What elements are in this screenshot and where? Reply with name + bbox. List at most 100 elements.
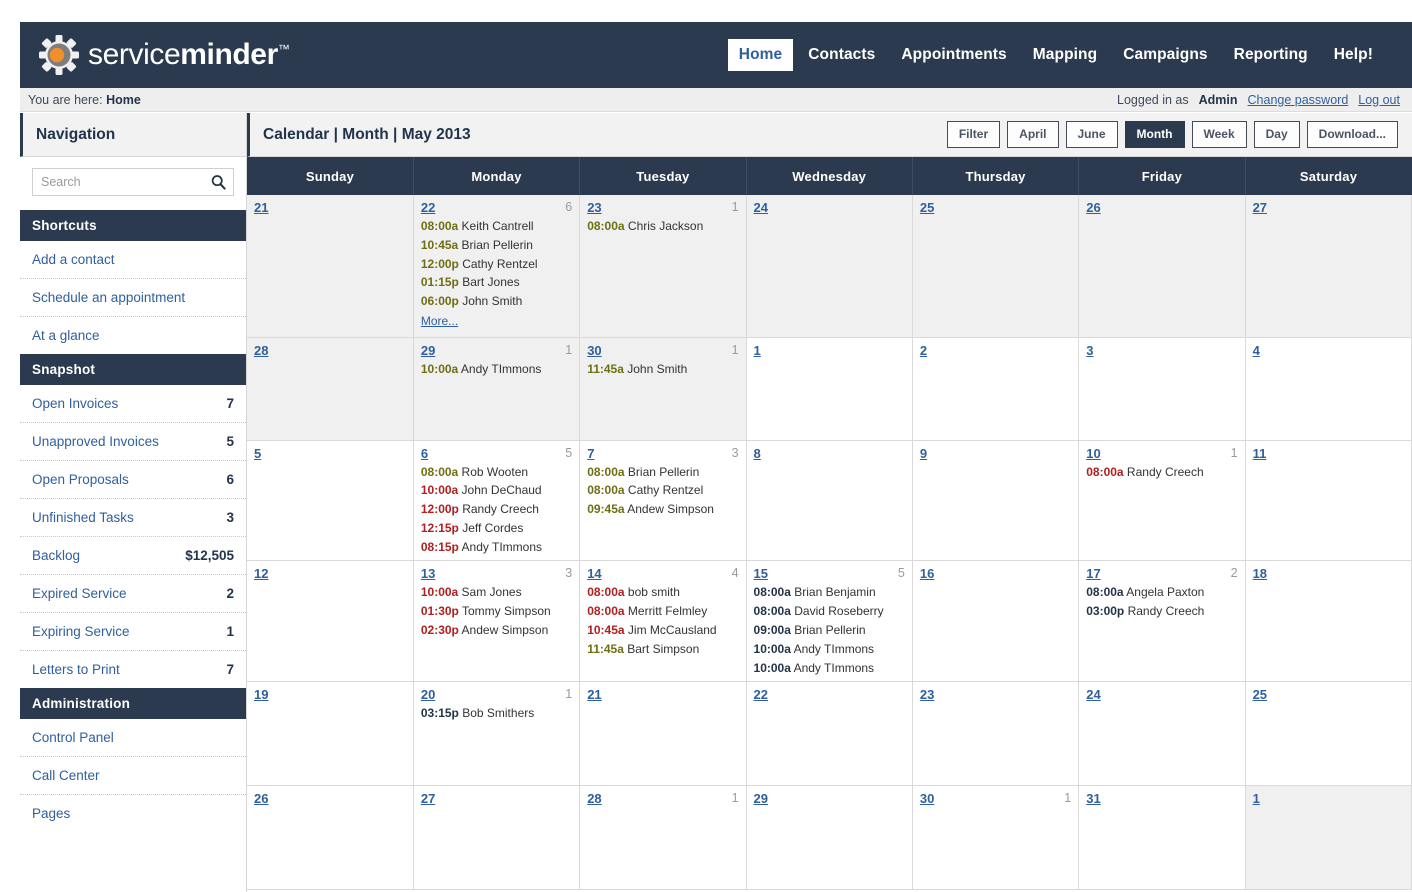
day-number-link[interactable]: 15 bbox=[754, 566, 768, 581]
sidebar-item-backlog[interactable]: Backlog $12,505 bbox=[20, 537, 246, 575]
appointment-entry[interactable]: 11:45a Bart Simpson bbox=[587, 642, 738, 657]
nav-item-help[interactable]: Help! bbox=[1323, 39, 1384, 71]
sidebar-item-at-a-glance[interactable]: At a glance bbox=[20, 317, 246, 354]
sidebar-item-control-panel[interactable]: Control Panel bbox=[20, 719, 246, 757]
day-number-link[interactable]: 25 bbox=[1253, 687, 1267, 702]
search-icon[interactable] bbox=[211, 174, 226, 196]
calendar-day-cell[interactable]: 23 bbox=[912, 681, 1080, 787]
appointment-entry[interactable]: 10:00a Andy TImmons bbox=[754, 661, 905, 676]
nav-item-reporting[interactable]: Reporting bbox=[1223, 39, 1319, 71]
calendar-day-cell[interactable]: 13 3 10:00a Sam Jones 01:30p Tommy Simpson 0… bbox=[413, 560, 581, 683]
calendar-day-cell[interactable]: 14 4 08:00a bob smith 08:00a Merritt Felmle… bbox=[579, 560, 747, 683]
day-number-link[interactable]: 23 bbox=[920, 687, 934, 702]
sidebar-link-expiring-service[interactable]: Expiring Service bbox=[32, 624, 130, 639]
day-number-link[interactable]: 13 bbox=[421, 566, 435, 581]
day-number-link[interactable]: 22 bbox=[421, 200, 435, 215]
appointment-entry[interactable]: 08:00a Rob Wooten bbox=[421, 465, 572, 480]
day-number-link[interactable]: 1 bbox=[754, 343, 761, 358]
day-number-link[interactable]: 3 bbox=[1086, 343, 1093, 358]
view-day-button[interactable]: Day bbox=[1253, 121, 1300, 148]
calendar-day-cell[interactable]: 29 bbox=[746, 785, 913, 891]
calendar-day-cell[interactable]: 6 5 08:00a Rob Wooten 10:00a John DeChaud 12… bbox=[413, 440, 581, 562]
change-password-link[interactable]: Change password bbox=[1248, 93, 1349, 107]
sidebar-link-schedule-an-appointment[interactable]: Schedule an appointment bbox=[32, 290, 185, 305]
calendar-day-cell[interactable]: 25 bbox=[1245, 681, 1412, 787]
sidebar-link-pages[interactable]: Pages bbox=[32, 806, 70, 821]
day-number-link[interactable]: 31 bbox=[1086, 791, 1100, 806]
day-number-link[interactable]: 22 bbox=[754, 687, 768, 702]
sidebar-link-call-center[interactable]: Call Center bbox=[32, 768, 100, 783]
appointment-entry[interactable]: 08:00a Angela Paxton bbox=[1086, 586, 1237, 600]
calendar-day-cell[interactable]: 4 bbox=[1245, 337, 1412, 441]
calendar-day-cell[interactable]: 11 bbox=[1245, 440, 1412, 562]
appointment-entry[interactable]: 10:45a Brian Pellerin bbox=[421, 238, 572, 253]
day-number-link[interactable]: 9 bbox=[920, 446, 927, 461]
appointment-entry[interactable]: 01:15p Bart Jones bbox=[421, 275, 572, 290]
day-number-link[interactable]: 8 bbox=[754, 446, 761, 461]
calendar-day-cell[interactable]: 27 bbox=[1245, 195, 1412, 338]
calendar-day-cell[interactable]: 8 bbox=[746, 440, 913, 562]
day-number-link[interactable]: 1 bbox=[1253, 791, 1260, 806]
day-number-link[interactable]: 16 bbox=[920, 566, 934, 581]
appointment-entry[interactable]: 09:45a Andew Simpson bbox=[587, 502, 738, 517]
sidebar-item-open-proposals[interactable]: Open Proposals 6 bbox=[20, 461, 246, 499]
appointment-entry[interactable]: 08:00a Brian Benjamin bbox=[754, 586, 905, 600]
calendar-day-cell[interactable]: 18 bbox=[1245, 560, 1412, 683]
appointment-entry[interactable]: 08:00a Merritt Felmley bbox=[587, 604, 738, 619]
appointment-entry[interactable]: 08:00a David Roseberry bbox=[754, 604, 905, 619]
appointment-entry[interactable]: 12:00p Randy Creech bbox=[421, 502, 572, 517]
sidebar-link-letters-to-print[interactable]: Letters to Print bbox=[32, 662, 120, 677]
calendar-day-cell[interactable]: 28 bbox=[247, 337, 414, 441]
log-out-link[interactable]: Log out bbox=[1358, 93, 1400, 107]
search-box[interactable] bbox=[32, 168, 234, 196]
brand-logo-area[interactable]: serviceminder™ bbox=[20, 34, 290, 76]
sidebar-item-call-center[interactable]: Call Center bbox=[20, 757, 246, 795]
calendar-day-cell[interactable]: 3 bbox=[1078, 337, 1246, 441]
download-button[interactable]: Download... bbox=[1306, 121, 1398, 148]
filter-button[interactable]: Filter bbox=[946, 121, 1001, 148]
day-number-link[interactable]: 21 bbox=[254, 200, 268, 215]
calendar-day-cell[interactable]: 1 bbox=[1245, 785, 1412, 891]
appointment-entry[interactable]: 08:00a Brian Pellerin bbox=[587, 465, 738, 480]
appointment-entry[interactable]: 10:45a Jim McCausland bbox=[587, 623, 738, 638]
day-number-link[interactable]: 25 bbox=[920, 200, 934, 215]
day-number-link[interactable]: 5 bbox=[254, 446, 261, 461]
appointment-entry[interactable]: 03:15p Bob Smithers bbox=[421, 707, 572, 721]
view-week-button[interactable]: Week bbox=[1191, 121, 1247, 148]
view-month-button[interactable]: Month bbox=[1124, 121, 1185, 148]
sidebar-item-expiring-service[interactable]: Expiring Service 1 bbox=[20, 613, 246, 651]
calendar-day-cell[interactable]: 27 bbox=[413, 785, 581, 891]
appointment-entry[interactable]: 10:00a Andy TImmons bbox=[421, 362, 572, 377]
appointment-entry[interactable]: 10:00a Sam Jones bbox=[421, 586, 572, 600]
calendar-day-cell[interactable]: 21 bbox=[247, 195, 414, 338]
nav-item-contacts[interactable]: Contacts bbox=[797, 39, 886, 71]
sidebar-link-unapproved-invoices[interactable]: Unapproved Invoices bbox=[32, 434, 159, 449]
sidebar-link-control-panel[interactable]: Control Panel bbox=[32, 730, 114, 745]
calendar-day-cell[interactable]: 5 bbox=[247, 440, 414, 562]
sidebar-link-add-a-contact[interactable]: Add a contact bbox=[32, 252, 115, 267]
day-number-link[interactable]: 26 bbox=[254, 791, 268, 806]
appointment-entry[interactable]: 08:00a Cathy Rentzel bbox=[587, 483, 738, 498]
sidebar-item-unapproved-invoices[interactable]: Unapproved Invoices 5 bbox=[20, 423, 246, 461]
sidebar-item-open-invoices[interactable]: Open Invoices 7 bbox=[20, 385, 246, 423]
calendar-day-cell[interactable]: 21 bbox=[579, 681, 747, 787]
calendar-day-cell[interactable]: 20 1 03:15p Bob Smithers bbox=[413, 681, 581, 787]
sidebar-item-letters-to-print[interactable]: Letters to Print 7 bbox=[20, 651, 246, 688]
day-number-link[interactable]: 20 bbox=[421, 687, 435, 702]
calendar-day-cell[interactable]: 26 bbox=[247, 785, 414, 891]
day-number-link[interactable]: 12 bbox=[254, 566, 268, 581]
calendar-day-cell[interactable]: 12 bbox=[247, 560, 414, 683]
day-number-link[interactable]: 18 bbox=[1253, 566, 1267, 581]
appointment-entry[interactable]: 11:45a John Smith bbox=[587, 362, 738, 377]
day-number-link[interactable]: 17 bbox=[1086, 566, 1100, 581]
day-number-link[interactable]: 29 bbox=[421, 343, 435, 358]
appointment-entry[interactable]: 03:00p Randy Creech bbox=[1086, 604, 1237, 619]
calendar-day-cell[interactable]: 16 bbox=[912, 560, 1080, 683]
calendar-day-cell[interactable]: 22 6 08:00a Keith Cantrell 10:45a Brian Pel… bbox=[413, 195, 581, 338]
day-number-link[interactable]: 26 bbox=[1086, 200, 1100, 215]
day-number-link[interactable]: 10 bbox=[1086, 446, 1100, 461]
day-number-link[interactable]: 19 bbox=[254, 687, 268, 702]
day-number-link[interactable]: 27 bbox=[1253, 200, 1267, 215]
day-number-link[interactable]: 30 bbox=[920, 791, 934, 806]
prev-month-button-april[interactable]: April bbox=[1007, 121, 1059, 148]
